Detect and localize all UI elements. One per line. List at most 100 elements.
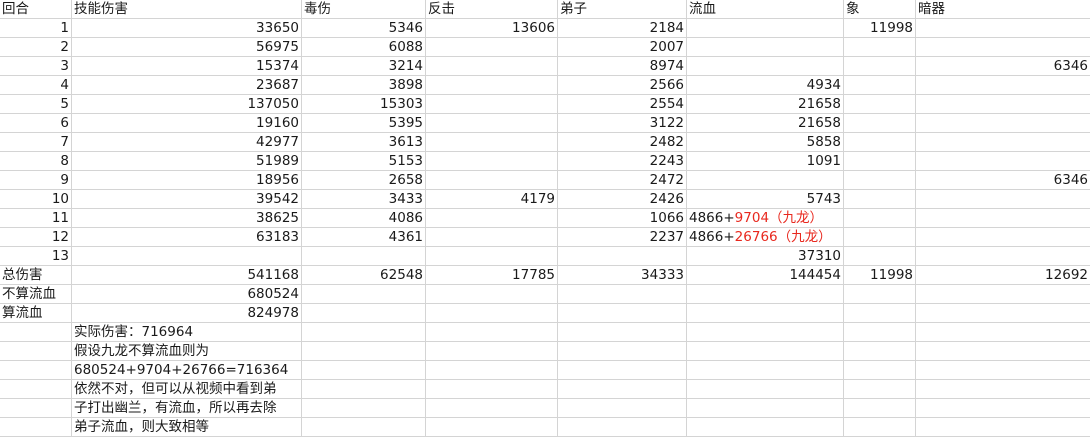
cell-poison[interactable]: 5395 [302, 114, 426, 133]
with-bleed-label[interactable]: 算流血 [0, 304, 72, 323]
cell-anqi[interactable] [916, 228, 1090, 247]
empty-cell[interactable] [687, 342, 844, 361]
empty-cell[interactable] [916, 304, 1090, 323]
cell-anqi[interactable] [916, 209, 1090, 228]
empty-cell[interactable] [302, 323, 426, 342]
cell-disciple[interactable]: 2184 [558, 19, 687, 38]
empty-cell[interactable] [558, 285, 687, 304]
empty-cell[interactable] [0, 342, 72, 361]
cell-xiang[interactable] [844, 133, 916, 152]
note-line[interactable]: 680524+9704+26766=716364 [72, 361, 302, 380]
cell-counter[interactable] [426, 95, 558, 114]
cell-disciple[interactable]: 2243 [558, 152, 687, 171]
header-cell-bleed[interactable]: 流血 [687, 0, 844, 19]
cell-counter[interactable] [426, 38, 558, 57]
cell-xiang[interactable] [844, 152, 916, 171]
total-disciple[interactable]: 34333 [558, 266, 687, 285]
cell-xiang[interactable] [844, 38, 916, 57]
cell-disciple[interactable]: 2426 [558, 190, 687, 209]
empty-cell[interactable] [916, 399, 1090, 418]
empty-cell[interactable] [426, 399, 558, 418]
cell-poison[interactable] [302, 247, 426, 266]
cell-xiang[interactable] [844, 76, 916, 95]
total-skill[interactable]: 541168 [72, 266, 302, 285]
cell-xiang[interactable] [844, 190, 916, 209]
empty-cell[interactable] [0, 323, 72, 342]
total-label[interactable]: 总伤害 [0, 266, 72, 285]
cell-poison[interactable]: 3433 [302, 190, 426, 209]
cell-poison[interactable]: 6088 [302, 38, 426, 57]
empty-cell[interactable] [916, 361, 1090, 380]
note-line[interactable]: 弟子流血，则大致相等 [72, 418, 302, 437]
cell-skill[interactable]: 39542 [72, 190, 302, 209]
empty-cell[interactable] [558, 304, 687, 323]
cell-round[interactable]: 8 [0, 152, 72, 171]
cell-disciple[interactable] [558, 247, 687, 266]
header-cell-anqi[interactable]: 暗器 [916, 0, 1090, 19]
empty-cell[interactable] [916, 380, 1090, 399]
empty-cell[interactable] [426, 323, 558, 342]
cell-round[interactable]: 13 [0, 247, 72, 266]
cell-poison[interactable]: 3613 [302, 133, 426, 152]
empty-cell[interactable] [844, 304, 916, 323]
empty-cell[interactable] [558, 418, 687, 437]
empty-cell[interactable] [426, 361, 558, 380]
cell-round[interactable]: 10 [0, 190, 72, 209]
cell-round[interactable]: 4 [0, 76, 72, 95]
empty-cell[interactable] [302, 399, 426, 418]
cell-counter[interactable] [426, 171, 558, 190]
empty-cell[interactable] [916, 342, 1090, 361]
cell-anqi[interactable] [916, 95, 1090, 114]
empty-cell[interactable] [844, 342, 916, 361]
empty-cell[interactable] [426, 285, 558, 304]
cell-disciple[interactable]: 3122 [558, 114, 687, 133]
empty-cell[interactable] [558, 399, 687, 418]
empty-cell[interactable] [844, 380, 916, 399]
header-cell-round[interactable]: 回合 [0, 0, 72, 19]
note-line[interactable]: 子打出幽兰，有流血，所以再去除 [72, 399, 302, 418]
header-cell-xiang[interactable]: 象 [844, 0, 916, 19]
empty-cell[interactable] [844, 399, 916, 418]
total-poison[interactable]: 62548 [302, 266, 426, 285]
empty-cell[interactable] [0, 418, 72, 437]
empty-cell[interactable] [916, 323, 1090, 342]
note-line[interactable]: 依然不对，但可以从视频中看到弟 [72, 380, 302, 399]
cell-bleed[interactable] [687, 57, 844, 76]
cell-bleed[interactable] [687, 38, 844, 57]
cell-xiang[interactable] [844, 95, 916, 114]
empty-cell[interactable] [302, 342, 426, 361]
cell-round[interactable]: 3 [0, 57, 72, 76]
total-bleed[interactable]: 144454 [687, 266, 844, 285]
empty-cell[interactable] [302, 361, 426, 380]
cell-poison[interactable]: 15303 [302, 95, 426, 114]
empty-cell[interactable] [687, 285, 844, 304]
empty-cell[interactable] [844, 361, 916, 380]
cell-xiang[interactable]: 11998 [844, 19, 916, 38]
total-xiang[interactable]: 11998 [844, 266, 916, 285]
no-bleed-label[interactable]: 不算流血 [0, 285, 72, 304]
cell-disciple[interactable]: 2237 [558, 228, 687, 247]
empty-cell[interactable] [687, 361, 844, 380]
cell-xiang[interactable] [844, 57, 916, 76]
cell-skill[interactable]: 137050 [72, 95, 302, 114]
cell-skill[interactable]: 19160 [72, 114, 302, 133]
cell-round[interactable]: 12 [0, 228, 72, 247]
header-cell-skill[interactable]: 技能伤害 [72, 0, 302, 19]
cell-anqi[interactable]: 6346 [916, 57, 1090, 76]
cell-poison[interactable]: 3214 [302, 57, 426, 76]
cell-anqi[interactable] [916, 114, 1090, 133]
cell-skill[interactable]: 18956 [72, 171, 302, 190]
cell-poison[interactable]: 5346 [302, 19, 426, 38]
cell-skill[interactable]: 38625 [72, 209, 302, 228]
cell-skill[interactable]: 51989 [72, 152, 302, 171]
cell-anqi[interactable] [916, 38, 1090, 57]
cell-xiang[interactable] [844, 171, 916, 190]
cell-counter[interactable] [426, 228, 558, 247]
empty-cell[interactable] [426, 418, 558, 437]
cell-disciple[interactable]: 2566 [558, 76, 687, 95]
empty-cell[interactable] [426, 342, 558, 361]
cell-anqi[interactable] [916, 133, 1090, 152]
cell-round[interactable]: 7 [0, 133, 72, 152]
cell-counter[interactable] [426, 114, 558, 133]
cell-skill[interactable]: 56975 [72, 38, 302, 57]
